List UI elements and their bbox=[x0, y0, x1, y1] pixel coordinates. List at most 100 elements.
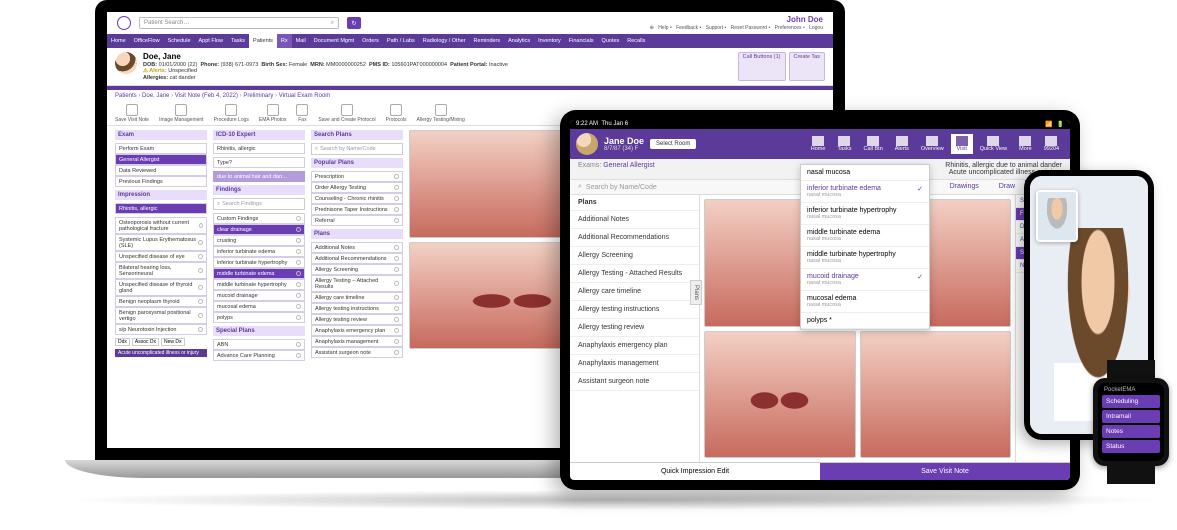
impression-item[interactable]: Benign paroxysmal positional vertigo bbox=[115, 307, 207, 324]
dropdown-option[interactable]: polyps * bbox=[801, 313, 929, 329]
header-icon[interactable]: Home bbox=[806, 134, 831, 154]
finding-item[interactable]: crusting bbox=[213, 235, 305, 246]
patient-avatar[interactable] bbox=[576, 133, 598, 155]
plan-item[interactable]: Allergy care timeline bbox=[311, 292, 403, 303]
nav-tab[interactable]: Document Mgmt bbox=[310, 34, 358, 48]
popular-plan-item[interactable]: Prescription bbox=[311, 171, 403, 182]
nav-tab[interactable]: Mail bbox=[292, 34, 310, 48]
exam-item[interactable]: Data Reviewed bbox=[115, 165, 207, 176]
plan-item[interactable]: Assistant surgeon note bbox=[570, 373, 699, 391]
finding-item[interactable]: mucoid drainage bbox=[213, 290, 305, 301]
plan-item[interactable]: Allergy testing review bbox=[570, 319, 699, 337]
patient-name[interactable]: Doe, Jane bbox=[143, 52, 732, 62]
header-icon[interactable]: Quick View bbox=[975, 134, 1012, 154]
patient-avatar[interactable] bbox=[115, 52, 137, 74]
popular-plan-item[interactable]: Order Allergy Testing bbox=[311, 182, 403, 193]
current-user[interactable]: John Doe bbox=[650, 15, 823, 25]
dropdown-option[interactable]: middle turbinate edemanasal mucosa bbox=[801, 225, 929, 247]
refresh-button[interactable]: ↻ bbox=[347, 17, 361, 29]
nav-tab[interactable]: Radiology / Other bbox=[419, 34, 470, 48]
plan-item[interactable]: Additional Recommendations bbox=[570, 229, 699, 247]
finding-item[interactable]: clear drainage bbox=[213, 224, 305, 235]
toolbar-item[interactable]: Protocols bbox=[386, 104, 407, 123]
video-call-pip[interactable] bbox=[1036, 190, 1078, 242]
plan-item[interactable]: Allergy Screening bbox=[570, 247, 699, 265]
toolbar-item[interactable]: Allergy Testing/Mixing bbox=[417, 104, 465, 123]
header-icon[interactable]: Call Btn bbox=[859, 134, 888, 154]
impression-item[interactable]: s/p Neurotoxin Injection bbox=[115, 324, 207, 335]
dropdown-option[interactable]: inferior turbinate edema✓nasal mucosa bbox=[801, 195, 929, 203]
view-tab[interactable]: Draw bbox=[989, 180, 1025, 194]
plan-item[interactable]: Additional Notes bbox=[311, 242, 403, 253]
watch-menu-item[interactable]: Intramail bbox=[1102, 410, 1160, 423]
nav-tab[interactable]: Inventory bbox=[534, 34, 565, 48]
call-buttons[interactable]: Call Buttons (1) bbox=[738, 52, 786, 81]
nav-tab[interactable]: Rx bbox=[277, 34, 292, 48]
toolbar-item[interactable]: Fax bbox=[296, 104, 308, 123]
plan-item[interactable]: Assistant surgeon note bbox=[311, 347, 403, 358]
impression-selected[interactable]: Rhinitis, allergic bbox=[115, 203, 207, 214]
nav-tab[interactable]: Recalls bbox=[623, 34, 649, 48]
finding-item[interactable]: inferior turbinate hypertrophy bbox=[213, 257, 305, 268]
select-room-button[interactable]: Select Room bbox=[650, 139, 696, 149]
anatomy-image[interactable] bbox=[704, 331, 856, 459]
toolbar-item[interactable]: Save and Create Protocol bbox=[318, 104, 375, 123]
popular-plan-item[interactable]: Prednisone Taper Instructions bbox=[311, 204, 403, 215]
plan-item[interactable]: Anaphylaxis management bbox=[570, 355, 699, 373]
findings-dropdown[interactable]: nasal mucosainferior turbinate edema✓nas… bbox=[800, 195, 930, 330]
findings-search[interactable]: ⌕ Search Findings bbox=[213, 198, 305, 210]
dropdown-option[interactable]: mucoid drainage✓nasal mucosa bbox=[801, 269, 929, 291]
watch-menu-item[interactable]: Scheduling bbox=[1102, 395, 1160, 408]
header-icon[interactable]: More bbox=[1014, 134, 1037, 154]
quick-impression-button[interactable]: Quick Impression Edit bbox=[570, 463, 820, 480]
nav-tab[interactable]: Analytics bbox=[504, 34, 534, 48]
plan-item[interactable]: Anaphylaxis emergency plan bbox=[311, 325, 403, 336]
dropdown-option[interactable]: inferior turbinate hypertrophynasal muco… bbox=[801, 203, 929, 225]
impression-tag[interactable]: Acute uncomplicated illness or injury bbox=[115, 349, 207, 357]
nav-tab[interactable]: OfficeFlow bbox=[130, 34, 164, 48]
toolbar-item[interactable]: Save Visit Note bbox=[115, 104, 149, 123]
header-icon[interactable]: Tasks bbox=[832, 134, 856, 154]
anatomy-image[interactable] bbox=[860, 331, 1012, 459]
special-plan-item[interactable]: Advance Care Planning bbox=[213, 350, 305, 361]
finding-item[interactable]: Custom Findings bbox=[213, 213, 305, 224]
toolbar-item[interactable]: EMA Photos bbox=[259, 104, 287, 123]
finding-item[interactable]: middle turbinate hypertrophy bbox=[213, 279, 305, 290]
plan-item[interactable]: Allergy Testing – Attached Results bbox=[311, 275, 403, 292]
watch-menu-item[interactable]: Status bbox=[1102, 440, 1160, 453]
plan-item[interactable]: Allergy care timeline bbox=[570, 283, 699, 301]
plans-search[interactable]: ⌕ Search by Name/Code bbox=[311, 143, 403, 155]
popular-plan-item[interactable]: Counseling - Chronic rhinitis bbox=[311, 193, 403, 204]
dropdown-option[interactable]: middle turbinate hypertrophynasal mucosa bbox=[801, 247, 929, 269]
finding-item[interactable]: inferior turbinate edema bbox=[213, 246, 305, 257]
special-plan-item[interactable]: ABN bbox=[213, 339, 305, 350]
plan-item[interactable]: Allergy testing instructions bbox=[311, 303, 403, 314]
exam-item[interactable]: Perform Exam bbox=[115, 143, 207, 154]
nav-tab[interactable]: Home bbox=[107, 34, 130, 48]
impression-item[interactable]: Bilateral hearing loss, Sensorineural bbox=[115, 262, 207, 279]
nav-tab[interactable]: Financials bbox=[565, 34, 598, 48]
finding-item[interactable]: polyps bbox=[213, 312, 305, 323]
save-visit-note-button[interactable]: Save Visit Note bbox=[820, 463, 1070, 480]
nav-tab[interactable]: Reminders bbox=[470, 34, 505, 48]
plan-item[interactable]: Allergy Screening bbox=[311, 264, 403, 275]
plan-item[interactable]: Allergy testing instructions bbox=[570, 301, 699, 319]
exam-item[interactable]: Previous Findings bbox=[115, 176, 207, 187]
plans-side-tab[interactable]: Plans bbox=[690, 280, 702, 305]
plan-item[interactable]: Anaphylaxis emergency plan bbox=[570, 337, 699, 355]
finding-item[interactable]: middle turbinate edema bbox=[213, 268, 305, 279]
impression-item[interactable]: Systemic Lupus Erythematosus (SLE) bbox=[115, 234, 207, 251]
nav-tab[interactable]: Appt Flow bbox=[195, 34, 227, 48]
impression-item[interactable]: Unspecified disease of thyroid gland bbox=[115, 279, 207, 296]
watch-menu-item[interactable]: Notes bbox=[1102, 425, 1160, 438]
patient-search-input[interactable]: Patient Search…⌕ bbox=[139, 17, 339, 29]
create-task-button[interactable]: Create Tas bbox=[789, 52, 826, 81]
impression-item[interactable]: Unspecified disease of eye bbox=[115, 251, 207, 262]
header-icon[interactable]: Alerts bbox=[890, 134, 914, 154]
header-icon[interactable]: Visit bbox=[951, 134, 973, 154]
toolbar-item[interactable]: Image Management bbox=[159, 104, 203, 123]
plan-item[interactable]: Allergy Testing - Attached Results bbox=[570, 265, 699, 283]
exam-item[interactable]: General Allergist bbox=[115, 154, 207, 165]
plan-item[interactable]: Additional Recommendations bbox=[311, 253, 403, 264]
popular-plan-item[interactable]: Referral bbox=[311, 215, 403, 226]
